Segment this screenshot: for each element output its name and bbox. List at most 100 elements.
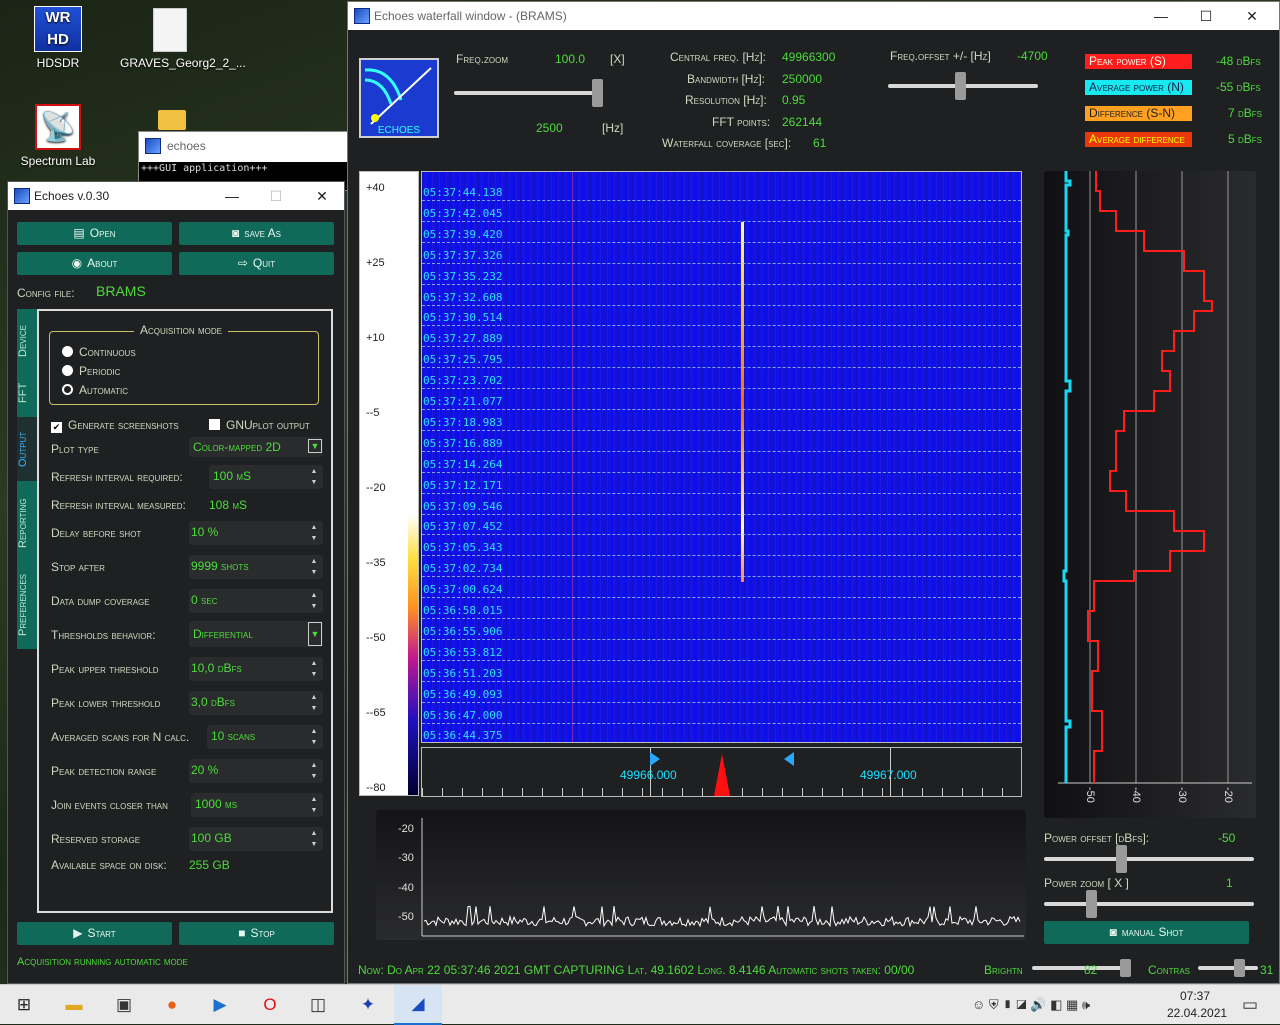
desktop-icon-spectrum-lab[interactable]: 📡 Spectrum Lab (8, 104, 108, 168)
tab-reporting[interactable]: Reporting (17, 485, 37, 561)
join-events-spinbox[interactable]: 1000 ms ▲ ▼ (191, 793, 323, 817)
plot-type-select[interactable]: Color-mapped 2D ▼ (189, 437, 323, 457)
refresh-required-spinbox[interactable]: 100 mS ▲ ▼ (209, 465, 323, 489)
desktop-icon-hdsdr[interactable]: WR HD HDSDR (8, 6, 108, 70)
close-button[interactable]: ✕ (1232, 4, 1272, 28)
spectrum-lab-icon[interactable]: ✦ (356, 993, 380, 1017)
spin-arrows-icon[interactable]: ▲ ▼ (307, 760, 321, 782)
tab-device[interactable]: Device (17, 313, 37, 369)
spin-arrows-icon[interactable]: ▲ ▼ (307, 466, 321, 488)
save-as-button[interactable]: ◙ save As (179, 222, 334, 245)
firefox-icon[interactable]: ● (160, 993, 184, 1017)
slider-handle[interactable] (592, 79, 603, 107)
frequency-ruler[interactable]: 49966.000 49967.000 (421, 747, 1022, 797)
radio-automatic[interactable]: Automatic (62, 383, 128, 397)
config-file-value: BRAMS (96, 283, 146, 299)
tray-icons[interactable]: ☺ ⛨ ▮ ◪ 🔊 ◧ ▦ 🕪 (972, 993, 1162, 1017)
clock-time[interactable]: 07:37 (1180, 989, 1210, 1003)
spin-arrows-icon[interactable]: ▲ ▼ (307, 828, 321, 850)
thresholds-behavior-select[interactable]: Differential ▼ (189, 621, 323, 647)
echoes-app-icon (354, 8, 370, 24)
slider-handle[interactable] (955, 72, 966, 100)
slider-handle[interactable] (1234, 959, 1245, 977)
svg-text:ECHOES: ECHOES (378, 125, 421, 136)
contrast-slider[interactable] (1198, 959, 1258, 977)
windows-start-icon[interactable]: ⊞ (12, 993, 36, 1017)
about-button[interactable]: ◉ About (17, 252, 172, 275)
power-axis-label: -40 (1130, 787, 1142, 803)
vertical-tab-bar: Device FFT Output Reporting Preferences (17, 309, 37, 649)
delay-before-shot-spinbox[interactable]: 10 % ▲ ▼ (189, 521, 323, 545)
quit-button[interactable]: ⇨ Quit (179, 252, 334, 275)
open-button[interactable]: ▤ Open (17, 222, 172, 245)
tab-output[interactable]: Output (17, 417, 37, 481)
minimize-button[interactable]: — (212, 184, 252, 208)
data-dump-coverage-spinbox[interactable]: 0 sec ▲ ▼ (189, 589, 323, 613)
spin-arrows-icon[interactable]: ▲ ▼ (307, 522, 321, 544)
desktop-icon-graves[interactable]: GRAVES_Georg2_2_... (120, 8, 246, 70)
averaged-scans-spinbox[interactable]: 10 scans ▲ ▼ (207, 725, 323, 749)
color-scale-label: --35 (366, 557, 386, 569)
manual-shot-button[interactable]: ◙ manual Shot (1044, 921, 1249, 944)
radio-periodic[interactable]: Periodic (62, 364, 120, 378)
store-icon[interactable]: ▣ (112, 993, 136, 1017)
contrast-label: Contras (1148, 963, 1191, 977)
window-titlebar[interactable]: Echoes v.0.30 — ☐ ✕ (8, 182, 344, 210)
maximize-button[interactable]: ☐ (256, 184, 296, 208)
power-zoom-slider[interactable] (1044, 890, 1254, 918)
checkbox-empty (209, 419, 220, 430)
spin-arrows-icon[interactable]: ▲ ▼ (307, 726, 321, 748)
media-player-icon[interactable]: ▶ (208, 993, 232, 1017)
slider-handle[interactable] (1120, 959, 1131, 977)
opera-icon[interactable]: O (258, 993, 282, 1017)
brightness-slider[interactable] (1032, 959, 1131, 977)
spin-arrows-icon[interactable]: ▲ ▼ (307, 658, 321, 680)
gnuplot-output-checkbox[interactable]: GNUplot output (209, 418, 310, 432)
tab-preferences[interactable]: Preferences (17, 565, 37, 645)
right-bound-marker-icon[interactable] (784, 752, 794, 766)
peak-detection-range-spinbox[interactable]: 20 % ▲ ▼ (189, 759, 323, 783)
spin-arrows-icon[interactable]: ▲ ▼ (307, 590, 321, 612)
stop-button[interactable]: ■ Stop (179, 922, 334, 945)
reserved-storage-spinbox[interactable]: 100 GB ▲ ▼ (189, 827, 323, 851)
power-offset-slider[interactable] (1044, 845, 1254, 873)
clock-date[interactable]: 22.04.2021 (1167, 1006, 1227, 1020)
spin-arrows-icon[interactable]: ▲ ▼ (307, 692, 321, 714)
radio-continuous[interactable]: Continuous (62, 345, 136, 359)
generate-screenshots-checkbox[interactable]: ✔ Generate screenshots (51, 418, 179, 433)
notification-icon[interactable]: ▭ (1238, 993, 1262, 1017)
waterfall-timestamp: 05:36:47.000 (423, 708, 503, 722)
freq-offset-slider[interactable] (888, 72, 1038, 100)
spin-arrows-icon[interactable]: ▲ ▼ (307, 794, 321, 816)
slider-handle[interactable] (1116, 845, 1127, 873)
echoes-taskbar-icon[interactable]: ◢ (394, 985, 442, 1025)
slider-handle[interactable] (1086, 890, 1097, 918)
waterfall-timestamp: 05:36:55.906 (423, 624, 503, 638)
waterfall-timestamp: 05:37:05.343 (423, 541, 503, 555)
peak-lower-threshold-label: Peak lower threshold (51, 696, 161, 710)
minimize-button[interactable]: — (1141, 4, 1181, 28)
file-explorer-icon[interactable]: ▬ (62, 993, 86, 1017)
start-button[interactable]: ▶ Start (17, 922, 172, 945)
window-app-icon[interactable]: ◫ (306, 993, 330, 1017)
peak-upper-threshold-spinbox[interactable]: 10,0 dBfs ▲ ▼ (189, 657, 323, 681)
average-power-line (1062, 171, 1072, 783)
spin-arrows-icon[interactable]: ▲ ▼ (307, 556, 321, 578)
power-profile-plot[interactable]: -50 -40 -30 -20 (1044, 171, 1256, 818)
echoes-control-window: Echoes v.0.30 — ☐ ✕ ▤ Open ◙ save As ◉ Abou… (7, 181, 345, 984)
console-title: echoes (167, 139, 206, 153)
left-bound-marker-icon[interactable] (650, 752, 660, 766)
center-marker-icon[interactable] (714, 754, 730, 796)
camera-icon: ◙ (1109, 925, 1117, 939)
freq-zoom-slider[interactable] (454, 79, 603, 107)
close-button[interactable]: ✕ (302, 184, 342, 208)
tab-fft[interactable]: FFT (17, 373, 37, 413)
folder-icon[interactable] (158, 110, 186, 130)
waterfall-plot[interactable]: 05:37:44.138 05:37:42.045 05:37:39.420 05:3… (421, 171, 1022, 743)
maximize-button[interactable]: ☐ (1186, 4, 1226, 28)
spectrum-tick: -40 (398, 882, 414, 894)
stop-after-spinbox[interactable]: 9999 shots ▲ ▼ (189, 555, 323, 579)
spectrum-plot[interactable]: -20 -30 -40 -50 (376, 810, 1026, 940)
window-titlebar[interactable]: Echoes waterfall window - (BRAMS) — ☐ ✕ (348, 2, 1279, 30)
peak-lower-threshold-spinbox[interactable]: 3,0 dBfs ▲ ▼ (189, 691, 323, 715)
